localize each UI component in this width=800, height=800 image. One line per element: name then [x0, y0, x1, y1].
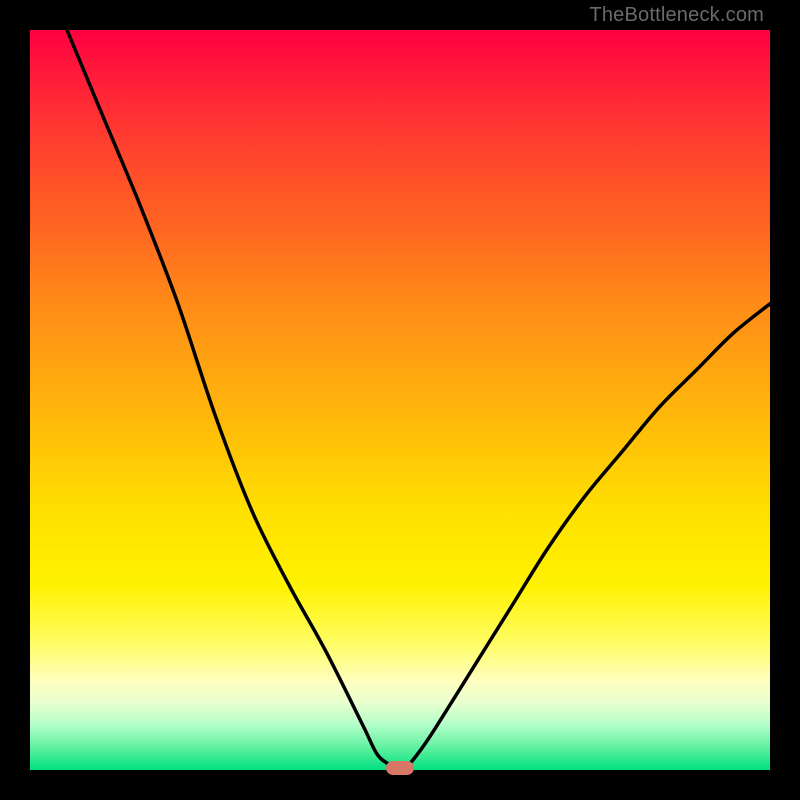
bottleneck-curve — [30, 30, 770, 770]
watermark-text: TheBottleneck.com — [589, 4, 764, 27]
optimal-marker — [386, 761, 414, 775]
plot-area — [30, 30, 770, 770]
chart-frame: TheBottleneck.com — [0, 0, 800, 800]
